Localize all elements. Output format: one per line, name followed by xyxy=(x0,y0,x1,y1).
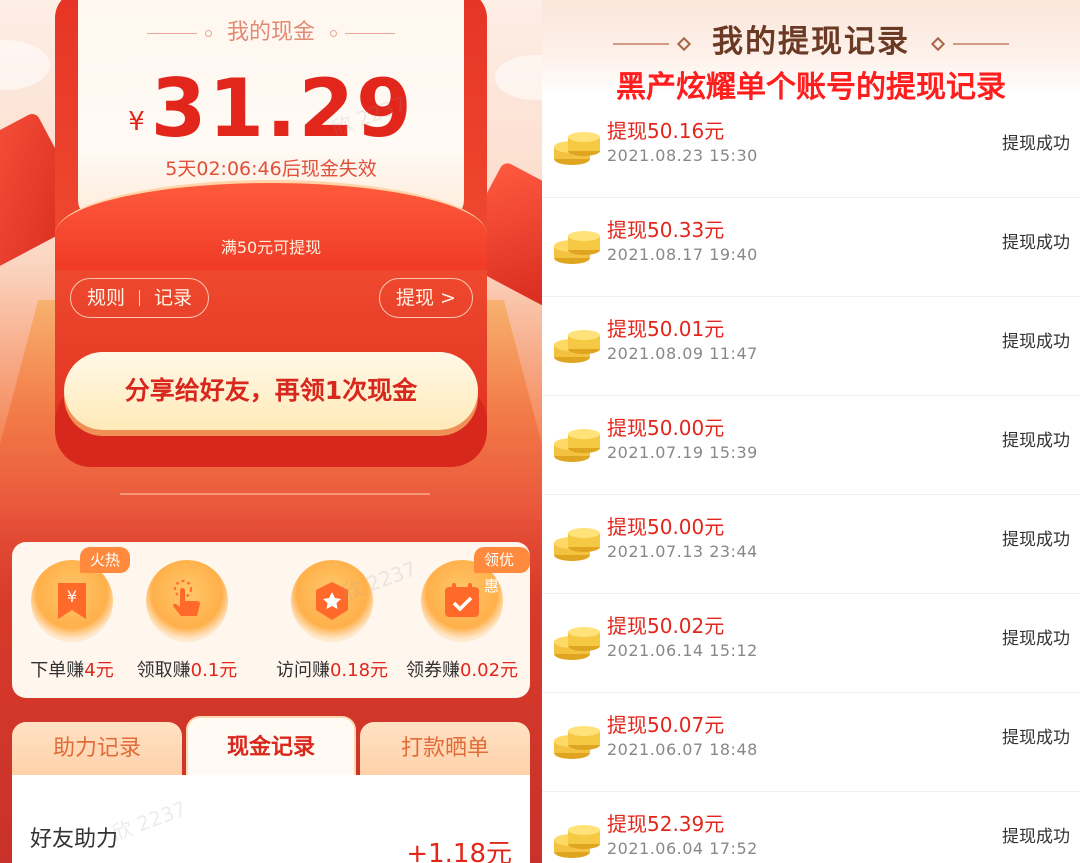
task-label: 领券赚0.02元 xyxy=(405,660,519,681)
withdraw-record-row: 提现50.01元 2021.08.09 11:47 提现成功 xyxy=(542,297,1080,396)
expiry-countdown: 5天02:06:46后现金失效 xyxy=(165,158,377,180)
record-name: 好友助力 xyxy=(30,827,119,852)
records-link[interactable]: 记录 xyxy=(154,287,192,309)
bookmark-yuan-icon: ¥ xyxy=(58,583,86,619)
gold-coins-icon xyxy=(552,521,602,563)
withdraw-record-row: 提现50.16元 2021.08.23 15:30 提现成功 xyxy=(542,99,1080,198)
card-title: 我的现金 xyxy=(0,14,542,46)
task-label: 领取赚0.1元 xyxy=(136,660,238,681)
withdraw-threshold: 满50元可提现 xyxy=(220,238,322,257)
withdraw-record-row: 提现50.00元 2021.07.13 23:44 提现成功 xyxy=(542,495,1080,594)
withdraw-status: 提现成功 xyxy=(1002,431,1070,451)
withdraw-time: 2021.06.14 15:12 xyxy=(607,641,758,660)
withdraw-record-row: 提现52.39元 2021.06.04 17:52 提现成功 xyxy=(542,792,1080,863)
tab-payout-show[interactable]: 打款晒单 xyxy=(360,722,530,778)
gold-coins-icon xyxy=(552,818,602,860)
gold-coins-icon xyxy=(552,224,602,266)
withdraw-record-panel: 我的提现记录 黑产炫耀单个账号的提现记录 提现50.16元 2021.08.23 … xyxy=(542,0,1080,863)
rules-records-pill: 规则 记录 xyxy=(70,278,210,318)
withdraw-record-row: 提现50.00元 2021.07.19 15:39 提现成功 xyxy=(542,396,1080,495)
cash-panel: 我的现金 ¥31.29 5天02:06:46后现金失效 满50元可提现 规则 记录… xyxy=(0,0,542,863)
task-panel: ¥ 下单赚4元 火热 领取赚0.1元 访问赚0.18元 领券赚0.02元 领优惠 xyxy=(12,542,530,698)
withdraw-time: 2021.07.19 15:39 xyxy=(607,443,758,462)
records-title: 我的提现记录 xyxy=(542,16,1080,61)
tap-hand-icon xyxy=(173,580,200,616)
withdraw-amount: 提现50.07元 xyxy=(607,713,725,737)
withdraw-status: 提现成功 xyxy=(1002,332,1070,352)
currency-symbol: ¥ xyxy=(128,107,145,137)
withdraw-record-row: 提现50.33元 2021.08.17 19:40 提现成功 xyxy=(542,198,1080,297)
withdraw-amount: 提现50.16元 xyxy=(607,119,725,143)
withdraw-time: 2021.06.07 18:48 xyxy=(607,740,758,759)
withdraw-status: 提现成功 xyxy=(1002,827,1070,847)
withdraw-time: 2021.08.17 19:40 xyxy=(607,245,758,264)
share-button[interactable]: 分享给好友，再领1次现金 xyxy=(64,352,478,430)
gold-coins-icon xyxy=(552,719,602,761)
calendar-check-icon xyxy=(445,583,479,617)
withdraw-status: 提现成功 xyxy=(1002,728,1070,748)
withdraw-amount: 提现52.39元 xyxy=(607,812,725,836)
withdraw-status: 提现成功 xyxy=(1002,629,1070,649)
withdraw-amount: 提现50.00元 xyxy=(607,515,725,539)
withdraw-status: 提现成功 xyxy=(1002,134,1070,154)
gold-coins-icon xyxy=(552,323,602,365)
task-circle xyxy=(146,560,228,642)
withdraw-record-row: 提现50.07元 2021.06.07 18:48 提现成功 xyxy=(542,693,1080,792)
task-order[interactable]: ¥ 下单赚4元 xyxy=(12,560,132,682)
gold-coins-icon xyxy=(552,620,602,662)
withdraw-amount: 提现50.01元 xyxy=(607,317,725,341)
task-coupon[interactable]: 领券赚0.02元 xyxy=(402,560,522,682)
hot-badge: 火热 xyxy=(80,547,131,573)
withdraw-status: 提现成功 xyxy=(1002,530,1070,550)
withdraw-time: 2021.08.09 11:47 xyxy=(607,344,758,363)
divider xyxy=(120,493,430,495)
withdraw-record-row: 提现50.02元 2021.06.14 15:12 提现成功 xyxy=(542,594,1080,693)
cash-record-list: 好友助力 +1.18元 xyxy=(12,775,530,863)
svg-text:¥: ¥ xyxy=(67,587,77,606)
withdraw-time: 2021.08.23 15:30 xyxy=(607,146,758,165)
coupon-badge: 领优惠 xyxy=(474,547,530,595)
withdraw-time: 2021.07.13 23:44 xyxy=(607,542,758,561)
gold-coins-icon xyxy=(552,422,602,464)
withdraw-amount: 提现50.02元 xyxy=(607,614,725,638)
withdraw-time: 2021.06.04 17:52 xyxy=(607,839,758,858)
withdraw-amount: 提现50.33元 xyxy=(607,218,725,242)
record-amount: +1.18元 xyxy=(406,839,512,863)
task-claim[interactable]: 领取赚0.1元 xyxy=(127,560,247,682)
cash-amount: ¥31.29 xyxy=(0,62,542,155)
withdraw-amount: 提现50.00元 xyxy=(607,416,725,440)
rules-link[interactable]: 规则 xyxy=(87,287,125,309)
task-label: 访问赚0.18元 xyxy=(275,660,389,681)
withdraw-button[interactable]: 提现 > xyxy=(379,278,473,318)
tab-cash-records[interactable]: 现金记录 xyxy=(186,716,356,778)
tab-help-records[interactable]: 助力记录 xyxy=(12,722,182,778)
withdraw-status: 提现成功 xyxy=(1002,233,1070,253)
gold-coins-icon xyxy=(552,125,602,167)
record-tabs: 助力记录 现金记录 打款晒单 xyxy=(12,716,530,778)
task-label: 下单赚4元 xyxy=(30,660,114,681)
